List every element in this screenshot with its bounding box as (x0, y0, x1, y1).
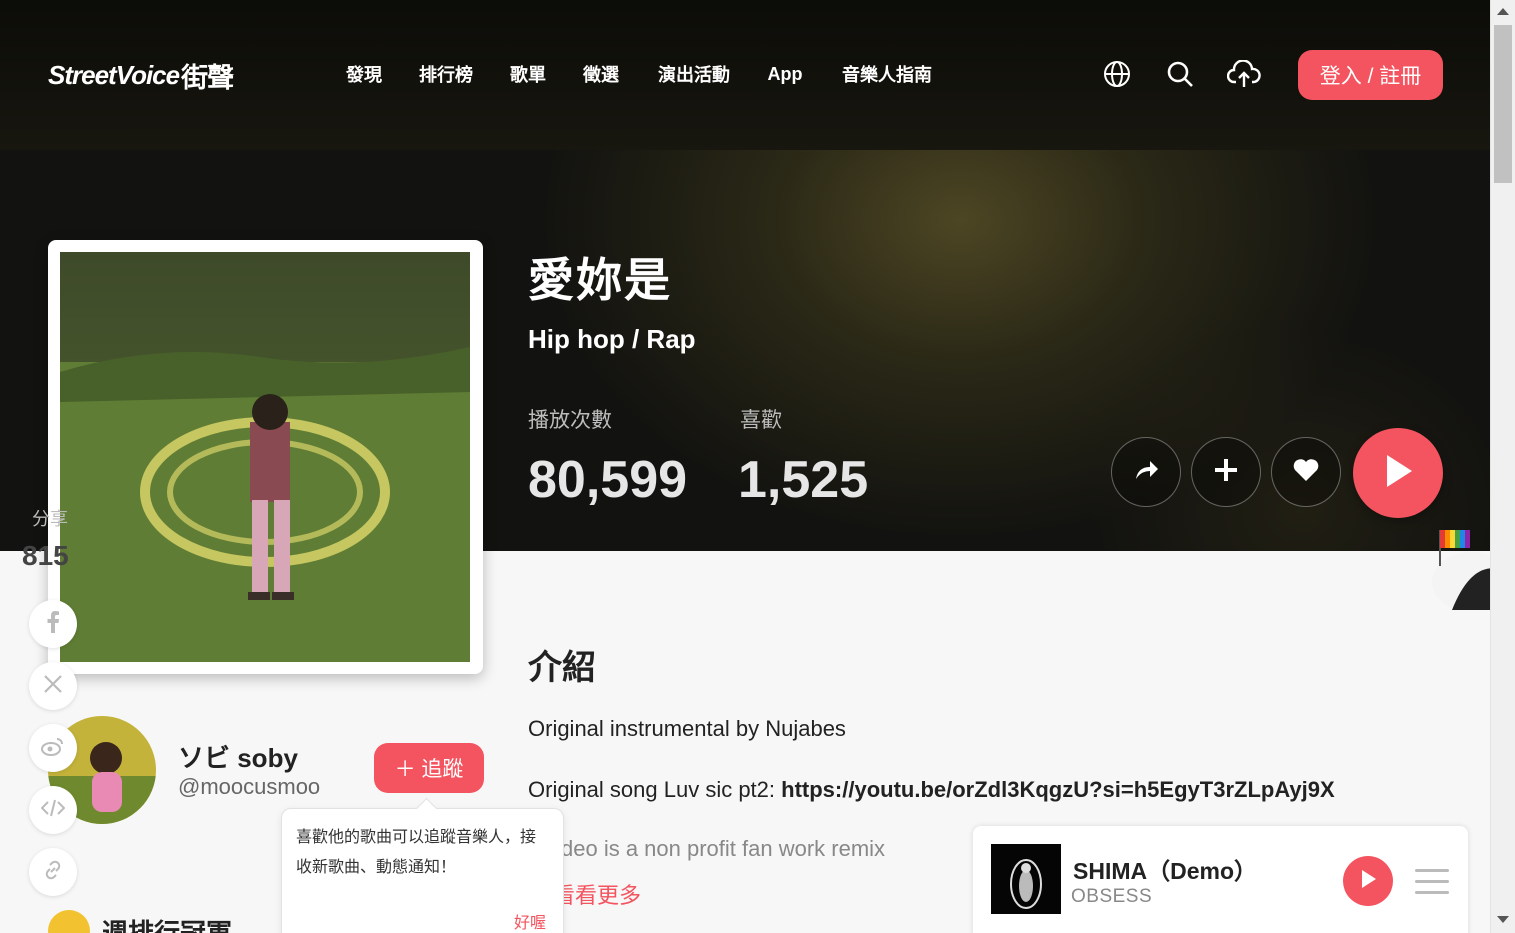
nav-item-discover[interactable]: 發現 (328, 46, 400, 102)
plays-label: 播放次數 (528, 409, 612, 432)
mini-player-cover[interactable] (991, 844, 1061, 914)
nav-item-app[interactable]: App (752, 46, 818, 102)
album-cover-image (60, 252, 470, 662)
intro-line-1: Original instrumental by Nujabes (528, 716, 846, 741)
copy-link-button[interactable] (29, 848, 77, 896)
intro-heading: 介紹 (528, 649, 596, 687)
search-icon[interactable] (1150, 46, 1210, 102)
facebook-icon (46, 610, 60, 638)
weibo-share-button[interactable] (29, 724, 77, 772)
mini-player-title[interactable]: SHIMA（Demo） (1073, 852, 1257, 886)
heart-icon (1292, 457, 1320, 488)
intro-line-2: Original song Luv sic pt2: https://youtu… (528, 777, 1335, 803)
mini-player: SHIMA（Demo） OBSESS (973, 826, 1468, 933)
share-button[interactable] (1111, 437, 1181, 507)
plays-count[interactable]: 80,599 (528, 450, 687, 510)
login-register-button[interactable]: 登入 / 註冊 (1298, 50, 1443, 100)
scroll-up-arrow[interactable] (1497, 8, 1509, 15)
scroll-thumb[interactable] (1494, 25, 1512, 183)
share-icon (1132, 457, 1160, 488)
intro-line-3: s video is a non profit fan work remix (528, 836, 948, 862)
weibo-icon (41, 736, 65, 761)
weekly-champion-section: 週排行冠軍 (48, 910, 232, 933)
play-icon (1381, 452, 1415, 495)
nav-item-events[interactable]: 演出活動 (638, 46, 750, 102)
upload-cloud-icon[interactable] (1214, 46, 1274, 102)
add-icon (1213, 457, 1239, 488)
song-genre-link[interactable]: Hip hop / Rap (528, 324, 696, 355)
logo-text-zh: 街聲 (181, 62, 234, 93)
mini-play-button[interactable] (1343, 856, 1393, 906)
weekly-champion-label: 週排行冠軍 (102, 917, 233, 933)
add-to-playlist-button[interactable] (1191, 437, 1261, 507)
mascot-penguin-icon[interactable] (1412, 520, 1490, 610)
share-count: 815 (22, 540, 69, 571)
mini-player-artist[interactable]: OBSESS (1071, 886, 1152, 908)
artist-name[interactable]: ソビ soby (178, 738, 298, 775)
scroll-down-arrow[interactable] (1497, 916, 1509, 923)
intro-line-2-prefix: Original song Luv sic pt2: (528, 777, 782, 802)
likes-label: 喜歡 (740, 409, 782, 432)
page-scrollbar[interactable] (1490, 0, 1515, 933)
follow-button[interactable]: ＋ 追蹤 (374, 743, 484, 793)
share-label: 分享 (32, 509, 68, 529)
follow-tooltip-text: 喜歡他的歌曲可以追蹤音樂人，接收新歌曲、動態通知！ (296, 829, 537, 876)
x-icon (43, 674, 63, 699)
nav-item-auditions[interactable]: 徵選 (566, 46, 636, 102)
see-more-link[interactable]: 看看更多 (553, 878, 641, 910)
embed-code-button[interactable] (29, 786, 77, 834)
nav-item-musician-guide[interactable]: 音樂人指南 (820, 46, 954, 102)
play-icon (1359, 869, 1377, 894)
nav-item-playlists[interactable]: 歌單 (492, 46, 564, 102)
streetvoice-logo[interactable]: StreetVoice 街聲 (48, 58, 234, 93)
like-button[interactable] (1271, 437, 1341, 507)
queue-menu-icon[interactable] (1415, 856, 1449, 906)
embed-code-icon (40, 799, 66, 822)
logo-text: StreetVoice (48, 59, 180, 90)
album-cover-card (48, 240, 483, 674)
top-navigation: StreetVoice 街聲 發現 排行榜 歌單 徵選 演出活動 App 音樂人… (0, 0, 1490, 150)
x-share-button[interactable] (29, 662, 77, 710)
link-icon (42, 859, 64, 886)
nav-item-charts[interactable]: 排行榜 (402, 46, 490, 102)
globe-icon[interactable] (1087, 46, 1147, 102)
song-title: 愛妳是 (528, 254, 672, 306)
play-button[interactable] (1353, 428, 1443, 518)
follow-tooltip: 喜歡他的歌曲可以追蹤音樂人，接收新歌曲、動態通知！ 好喔 (281, 808, 564, 933)
artist-handle: @moocusmoo (178, 774, 321, 799)
likes-count[interactable]: 1,525 (738, 450, 868, 510)
youtube-link[interactable]: https://youtu.be/orZdl3KqgzU?si=h5EgyT3r… (781, 777, 1335, 802)
tooltip-ok-button[interactable]: 好喔 (514, 909, 546, 933)
trophy-icon (48, 910, 90, 933)
facebook-share-button[interactable] (29, 600, 77, 648)
